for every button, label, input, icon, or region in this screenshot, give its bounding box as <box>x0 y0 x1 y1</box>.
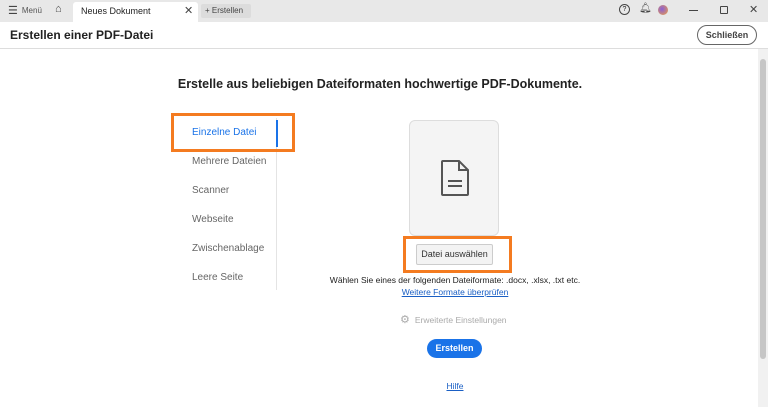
document-icon <box>441 160 469 196</box>
new-tab-label: Erstellen <box>211 6 244 15</box>
maximize-icon[interactable] <box>720 6 728 14</box>
more-formats-link[interactable]: Weitere Formate überprüfen <box>300 287 610 297</box>
sidebar-item-scanner[interactable]: Scanner <box>192 185 229 196</box>
avatar[interactable] <box>658 5 668 15</box>
tab-label: Neues Dokument <box>81 6 151 16</box>
file-drop-card[interactable] <box>409 120 499 236</box>
advanced-settings-button[interactable]: ⚙ Erweiterte Einstellungen <box>400 313 507 326</box>
sidebar-item-zwischenablage[interactable]: Zwischenablage <box>192 243 264 254</box>
close-tab-icon[interactable]: ✕ <box>184 4 193 17</box>
page-header: Erstellen einer PDF-Datei Schließen <box>0 22 768 49</box>
sidebar-item-webseite[interactable]: Webseite <box>192 214 234 225</box>
home-icon[interactable]: ⌂ <box>55 3 62 15</box>
tab-neues-dokument[interactable]: Neues Dokument ✕ <box>73 2 198 22</box>
close-button[interactable]: Schließen <box>697 25 757 45</box>
sidebar-item-leere-seite[interactable]: Leere Seite <box>192 272 243 283</box>
plus-icon: + <box>205 6 210 15</box>
sidebar-item-mehrere-dateien[interactable]: Mehrere Dateien <box>192 156 266 167</box>
scrollbar[interactable] <box>758 49 768 407</box>
hamburger-icon: ☰ <box>8 5 18 17</box>
formats-info-text: Wählen Sie eines der folgenden Dateiform… <box>329 275 581 285</box>
menu-label: Menü <box>21 6 42 15</box>
main-heading: Erstelle aus beliebigen Dateiformaten ho… <box>177 77 583 91</box>
advanced-settings-label: Erweiterte Einstellungen <box>414 314 507 325</box>
help-icon[interactable]: ? <box>619 4 630 15</box>
create-button[interactable]: Erstellen <box>427 339 482 358</box>
scrollbar-thumb[interactable] <box>760 59 766 359</box>
sidebar-item-einzelne-datei[interactable]: Einzelne Datei <box>192 127 256 138</box>
gear-icon: ⚙ <box>400 314 410 326</box>
menu-button[interactable]: ☰ Menü <box>8 4 42 17</box>
minimize-icon[interactable] <box>689 10 698 11</box>
bell-icon[interactable]: 🔔︎ <box>639 3 652 14</box>
choose-file-button[interactable]: Datei auswählen <box>416 244 493 265</box>
page-title: Erstellen einer PDF-Datei <box>10 28 154 42</box>
help-link[interactable]: Hilfe <box>300 381 610 391</box>
title-bar: ☰ Menü ⌂ Neues Dokument ✕ + Erstellen ? … <box>0 0 768 22</box>
close-window-icon[interactable]: ✕ <box>749 3 758 16</box>
new-tab-button[interactable]: + Erstellen <box>201 4 251 18</box>
